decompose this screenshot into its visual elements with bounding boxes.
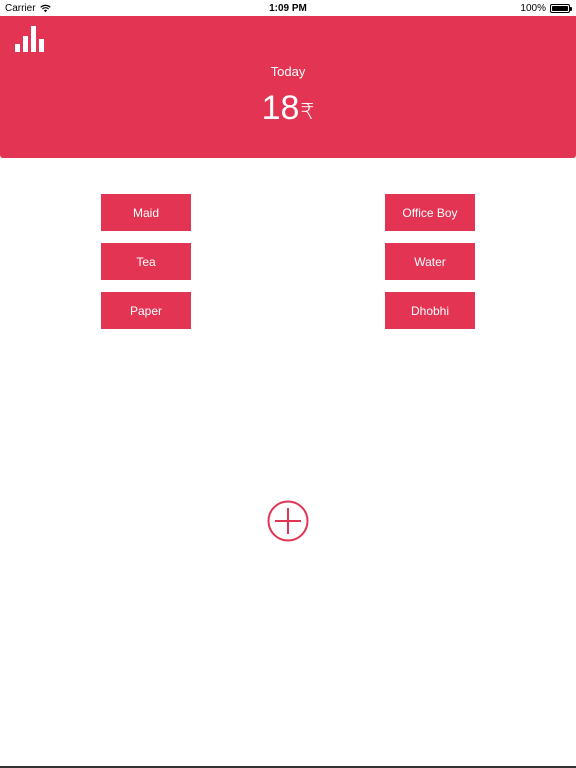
status-bar: Carrier 1:09 PM 100%	[0, 0, 576, 16]
amount-value: 18	[261, 89, 300, 127]
bar-chart-icon[interactable]	[15, 26, 45, 52]
battery-icon	[550, 4, 572, 13]
category-button-water[interactable]: Water	[385, 243, 475, 280]
summary-header: Today 18₹	[0, 16, 576, 158]
category-button-office-boy[interactable]: Office Boy	[385, 194, 475, 231]
category-button-dhobhi[interactable]: Dhobhi	[385, 292, 475, 329]
add-category-button[interactable]	[267, 500, 309, 542]
status-right: 100%	[520, 3, 572, 14]
category-button-paper[interactable]: Paper	[101, 292, 191, 329]
category-button-maid[interactable]: Maid	[101, 194, 191, 231]
battery-fill	[552, 6, 568, 11]
period-label: Today	[270, 64, 306, 79]
category-button-tea[interactable]: Tea	[101, 243, 191, 280]
battery-percent: 100%	[520, 3, 546, 14]
total-amount: 18₹	[0, 88, 576, 132]
currency-symbol: ₹	[300, 99, 315, 124]
status-time: 1:09 PM	[269, 3, 307, 14]
plus-circle-icon	[267, 500, 309, 542]
